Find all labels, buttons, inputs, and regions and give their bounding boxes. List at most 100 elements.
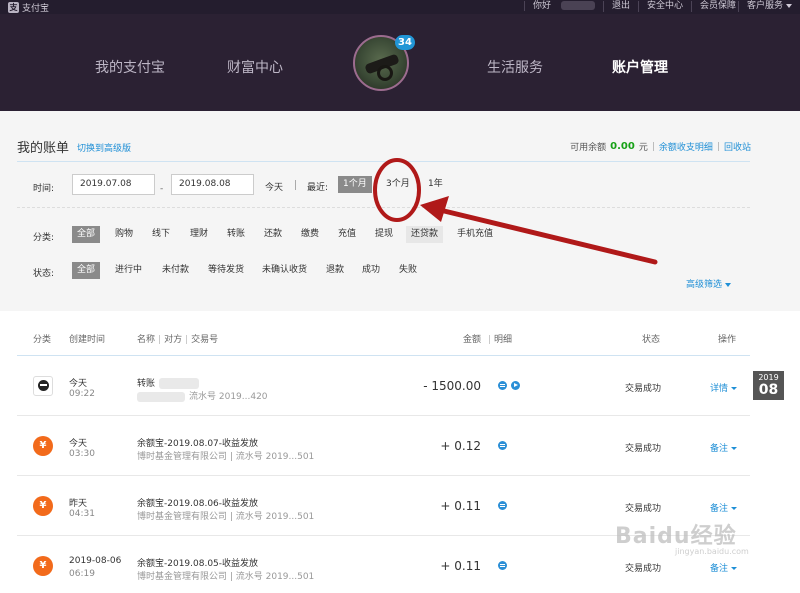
category-loan-repayment[interactable]: 还贷款 [406, 226, 444, 243]
category-shopping[interactable]: 购物 [110, 226, 138, 243]
nav-life-services[interactable]: 生活服务 [487, 57, 543, 77]
blurred-username [560, 1, 595, 10]
notification-badge[interactable]: 34 [395, 35, 415, 50]
row-action-label: 备注 [710, 444, 729, 454]
recent-label: 最近: [307, 183, 329, 193]
category-finance[interactable]: 理财 [185, 226, 213, 243]
row-sub: 博时基金管理有限公司 | 流水号 2019...501 [137, 512, 315, 522]
header-detail-group: | 明细 [488, 335, 513, 345]
balance-unit: 元 [638, 143, 648, 153]
logout-link[interactable]: 退出 [602, 1, 638, 12]
category-withdraw[interactable]: 提现 [370, 226, 398, 243]
status-awaiting-shipment[interactable]: 等待发货 [203, 262, 249, 279]
table-header-divider [17, 355, 750, 356]
nav-account-management[interactable]: 账户管理 [612, 57, 668, 77]
cannon-wheel-image [377, 65, 393, 81]
recent-3-months[interactable]: 3个月 [381, 176, 415, 193]
status-all[interactable]: 全部 [72, 262, 101, 279]
category-all[interactable]: 全部 [72, 226, 101, 243]
alipay-logo[interactable]: 支 支付宝 [8, 1, 49, 14]
time-label: 时间: [33, 184, 55, 194]
row-status: 交易成功 [625, 384, 662, 394]
security-center-link[interactable]: 安全中心 [637, 1, 691, 12]
status-unpaid[interactable]: 未付款 [157, 262, 194, 279]
separator: | [651, 141, 655, 152]
start-date-input[interactable]: 2019.07.08 [72, 174, 155, 195]
row-action-label: 备注 [710, 564, 729, 574]
row-date: 今天 [69, 439, 88, 449]
recent-1-month[interactable]: 1个月 [338, 176, 372, 193]
blurred-counterparty [159, 378, 200, 389]
category-label: 分类: [33, 233, 55, 243]
divider [17, 161, 750, 162]
detail-list-icon[interactable] [498, 501, 507, 510]
category-mobile-recharge[interactable]: 手机充值 [452, 226, 498, 243]
baidu-watermark: Baidu经验 jingyan.baidu.com [615, 518, 749, 556]
status-refund[interactable]: 退款 [321, 262, 349, 279]
row-divider [17, 415, 750, 416]
row-action-label: 详情 [710, 384, 729, 394]
separator: | [716, 141, 720, 152]
row-date: 昨天 [69, 499, 88, 509]
header-action: 操作 [718, 335, 737, 345]
status-in-progress[interactable]: 进行中 [110, 262, 147, 279]
row-sub: 博时基金管理有限公司 | 流水号 2019...501 [137, 452, 315, 462]
status-failed[interactable]: 失败 [394, 262, 422, 279]
row-date: 2019-08-06 [69, 556, 122, 566]
header-name: 名称 [137, 335, 156, 345]
category-offline[interactable]: 线下 [147, 226, 175, 243]
header-counterparty: 对方 [164, 335, 183, 345]
detail-list-icon[interactable] [498, 381, 507, 390]
detail-list-icon[interactable] [498, 561, 507, 570]
switch-advanced-link[interactable]: 切换到高级版 [77, 141, 131, 154]
chevron-down-icon [731, 447, 738, 450]
category-repayment[interactable]: 还款 [259, 226, 287, 243]
separator [295, 180, 296, 190]
today-button[interactable]: 今天 [265, 180, 283, 193]
row-name-text: 转账 [137, 379, 156, 389]
row-name: 余额宝-2019.08.05-收益发放 [137, 559, 259, 569]
status-label: 状态: [33, 269, 55, 279]
page-title: 我的账单 [17, 141, 70, 156]
end-date-input[interactable]: 2019.08.08 [171, 174, 254, 195]
detail-list-icon[interactable] [498, 441, 507, 450]
row-remark-link[interactable]: 备注 [710, 441, 738, 454]
row-status: 交易成功 [625, 564, 662, 574]
alipay-logo-icon: 支 [8, 2, 19, 13]
eye-shape [40, 384, 47, 386]
alipay-logo-text: 支付宝 [22, 4, 50, 14]
status-success[interactable]: 成功 [357, 262, 385, 279]
row-remark-link[interactable]: 备注 [710, 501, 738, 514]
category-top-up[interactable]: 充值 [333, 226, 361, 243]
recycle-bin-link[interactable]: 回收站 [724, 140, 751, 153]
row-time: 03:30 [69, 449, 95, 459]
row-remark-link[interactable]: 备注 [710, 561, 738, 574]
status-unconfirmed-receipt[interactable]: 未确认收货 [257, 262, 312, 279]
row-name: 余额宝-2019.08.06-收益发放 [137, 499, 259, 509]
balance-value: 0.00 [610, 141, 635, 152]
category-transfer[interactable]: 转账 [222, 226, 250, 243]
recent-1-year[interactable]: 1年 [423, 176, 448, 193]
row-date: 今天 [69, 379, 88, 389]
row-time: 06:19 [69, 569, 95, 579]
top-bar: 支 支付宝 你好 退出 安全中心 会员保障 客户服务 [0, 0, 800, 14]
customer-service-label: 客户服务 [746, 1, 783, 11]
detail-play-icon[interactable] [511, 381, 520, 390]
advanced-filter-toggle[interactable]: 高级筛选 [686, 277, 732, 290]
balance-detail-link[interactable]: 余额收支明细 [659, 140, 713, 153]
header-detail: 明细 [494, 335, 513, 345]
user-avatar-icon [33, 376, 53, 396]
row-amount: + 0.11 [440, 499, 481, 513]
row-details-link[interactable]: 详情 [710, 381, 738, 394]
customer-service-menu[interactable]: 客户服务 [737, 1, 792, 12]
category-bill-payment[interactable]: 缴费 [296, 226, 324, 243]
yuebao-icon: ¥ [33, 436, 53, 456]
member-protection-link[interactable]: 会员保障 [690, 1, 744, 12]
nav-my-alipay[interactable]: 我的支付宝 [95, 57, 165, 77]
top-links: 你好 退出 安全中心 会员保障 [516, 1, 744, 12]
header-created-time: 创建时间 [69, 335, 106, 345]
nav-wealth-center[interactable]: 财富中心 [227, 57, 283, 77]
floating-date-tab: 2019 08 [753, 371, 784, 400]
balance-label: 可用余额 [570, 143, 607, 153]
row-status: 交易成功 [625, 504, 662, 514]
